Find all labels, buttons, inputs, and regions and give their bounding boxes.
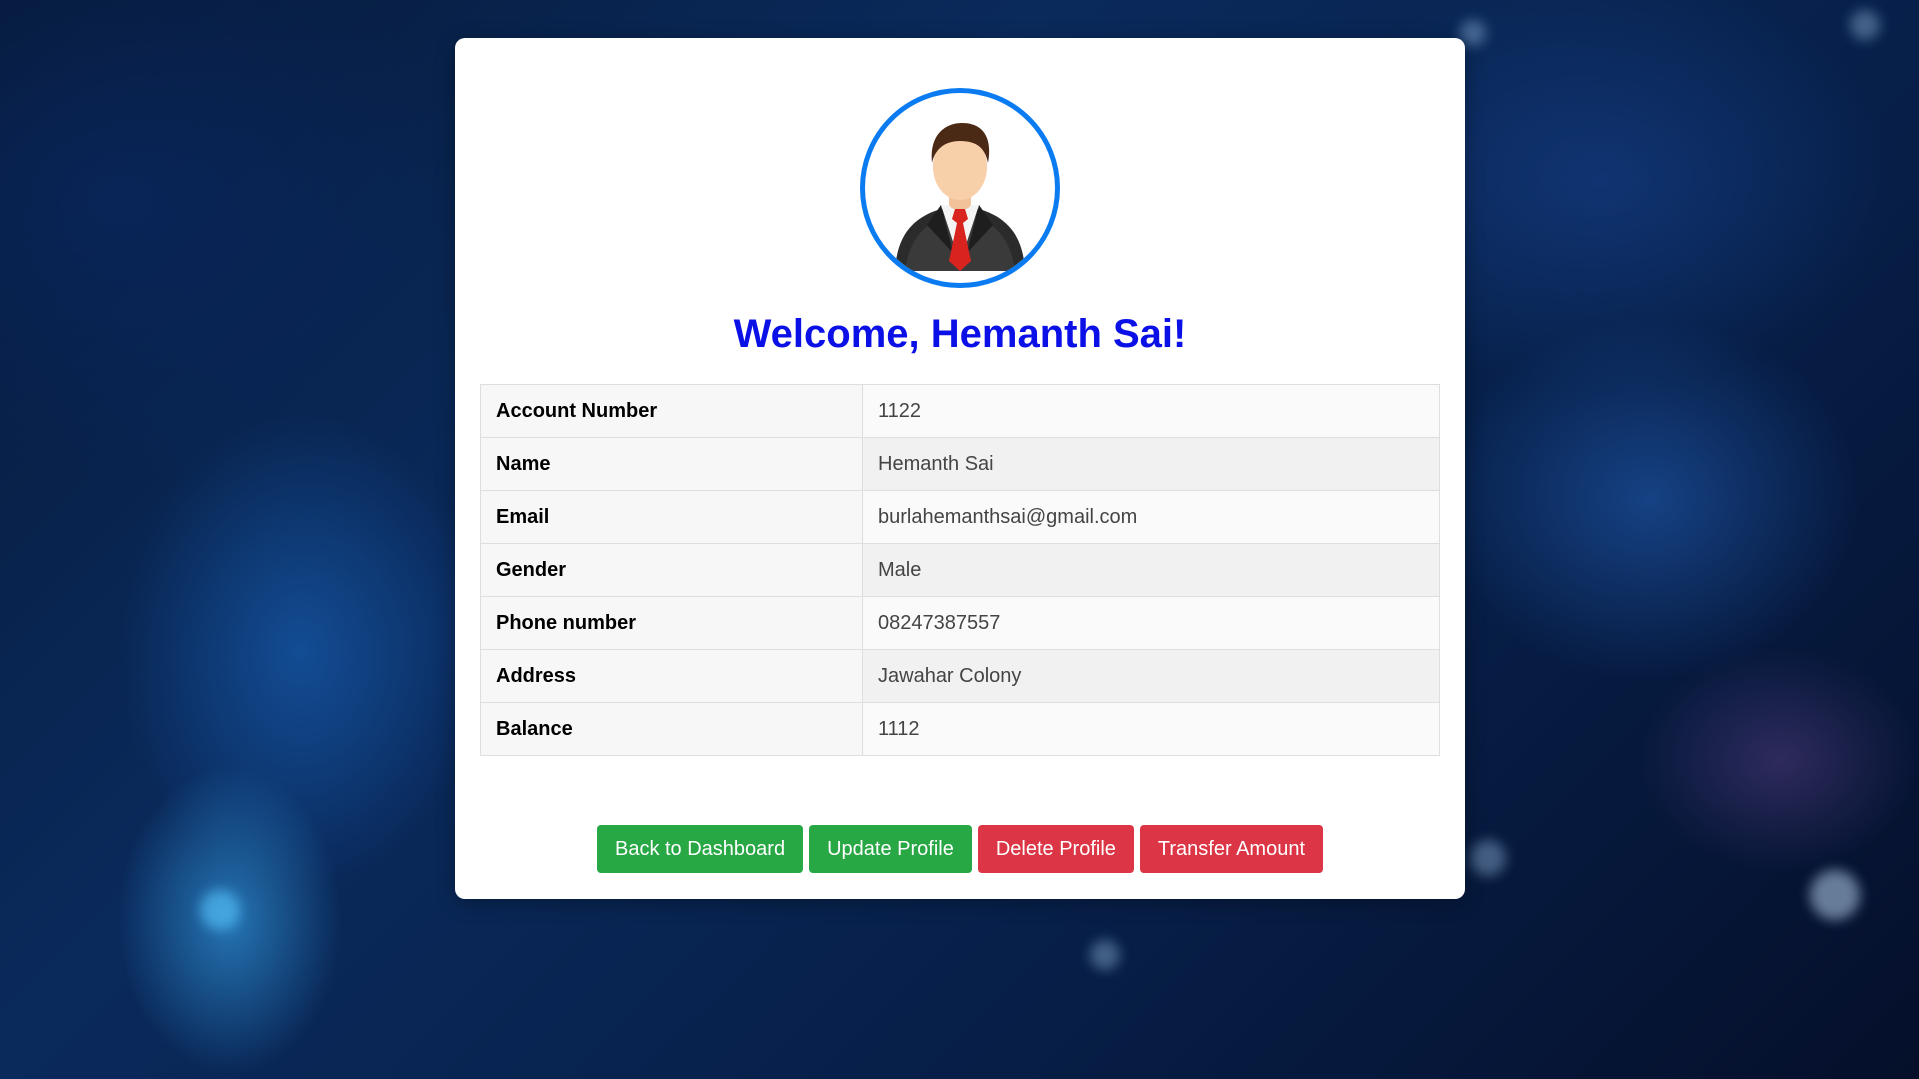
field-label: Gender: [480, 543, 863, 597]
action-buttons: Back to Dashboard Update Profile Delete …: [455, 825, 1465, 873]
name-value: Hemanth Sai: [862, 437, 1440, 491]
transfer-amount-button[interactable]: Transfer Amount: [1139, 825, 1324, 873]
phone-number-value: 08247387557: [862, 596, 1440, 650]
businessman-avatar-icon: [860, 88, 1060, 288]
email-value: burlahemanthsai@gmail.com: [862, 490, 1440, 544]
field-label: Balance: [480, 702, 863, 756]
balance-value: 1112: [862, 702, 1440, 756]
avatar-illustration: [895, 123, 1025, 271]
table-row: Name Hemanth Sai: [480, 437, 1440, 491]
field-label: Phone number: [480, 596, 863, 650]
delete-profile-button[interactable]: Delete Profile: [977, 825, 1134, 873]
table-row: Balance 1112: [480, 702, 1440, 756]
update-profile-button[interactable]: Update Profile: [809, 825, 972, 873]
gender-value: Male: [862, 543, 1440, 597]
background-bokeh: [1810, 870, 1860, 920]
background-bokeh: [200, 890, 240, 930]
background-bokeh: [1460, 20, 1486, 46]
profile-details-table: Account Number 1122 Name Hemanth Sai Ema…: [480, 384, 1440, 756]
account-number-value: 1122: [862, 384, 1440, 438]
field-label: Email: [480, 490, 863, 544]
table-row: Email burlahemanthsai@gmail.com: [480, 490, 1440, 544]
table-row: Address Jawahar Colony: [480, 649, 1440, 703]
table-row: Account Number 1122: [480, 384, 1440, 438]
profile-card: Welcome, Hemanth Sai! Account Number 112…: [455, 38, 1465, 899]
background-bokeh: [1090, 940, 1120, 970]
field-label: Account Number: [480, 384, 863, 438]
address-value: Jawahar Colony: [862, 649, 1440, 703]
welcome-heading: Welcome, Hemanth Sai!: [733, 312, 1187, 356]
field-label: Address: [480, 649, 863, 703]
background-bokeh: [1850, 10, 1880, 40]
table-row: Phone number 08247387557: [480, 596, 1440, 650]
back-to-dashboard-button[interactable]: Back to Dashboard: [596, 825, 804, 873]
table-row: Gender Male: [480, 543, 1440, 597]
field-label: Name: [480, 437, 863, 491]
background-bokeh: [1470, 840, 1506, 876]
